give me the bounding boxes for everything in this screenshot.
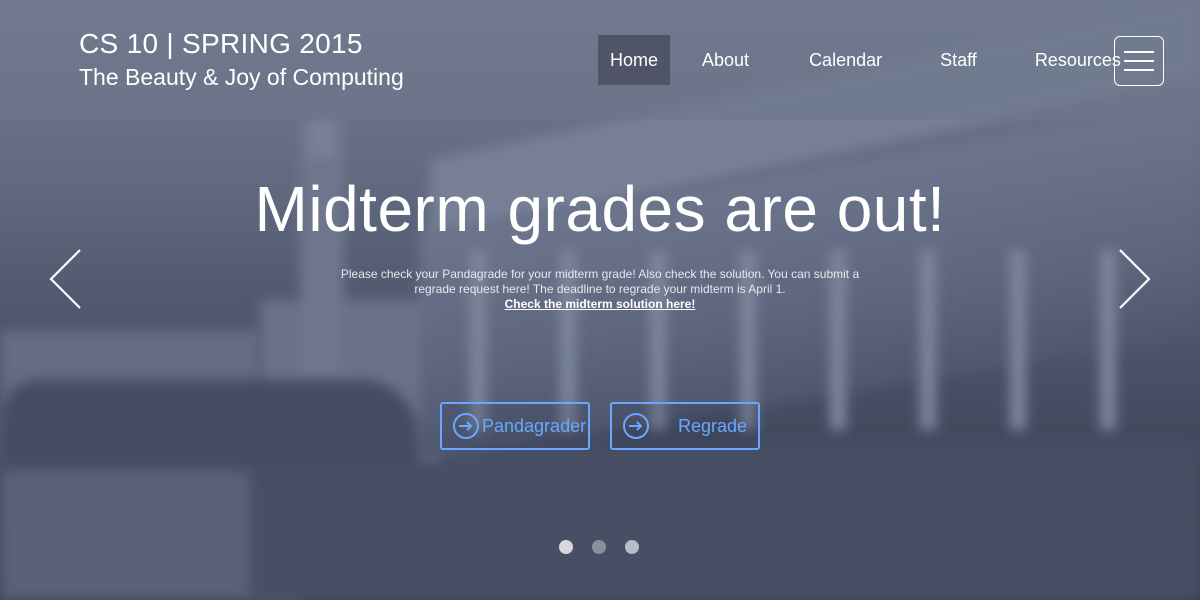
midterm-solution-link[interactable]: Check the midterm solution here!: [340, 297, 860, 312]
main-nav: Home About Calendar Staff Resources: [598, 35, 1137, 85]
pandagrader-button-label: Pandagrader: [482, 415, 587, 436]
pager-dot-3[interactable]: [625, 540, 639, 554]
nav-item-about[interactable]: About: [690, 35, 761, 85]
course-subtitle: The Beauty & Joy of Computing: [79, 64, 404, 90]
regrade-button[interactable]: Regrade: [610, 402, 760, 450]
hamburger-menu-icon[interactable]: [1114, 36, 1164, 86]
nav-item-home[interactable]: Home: [598, 35, 671, 85]
slide-headline: Midterm grades are out!: [254, 173, 946, 245]
chevron-left-icon[interactable]: [48, 248, 84, 310]
arrow-circle-right-icon: [453, 413, 479, 439]
course-title: CS 10 | SPRING 2015: [79, 28, 363, 59]
arrow-circle-right-icon: [623, 413, 649, 439]
slide-pager: [559, 540, 639, 554]
nav-item-staff[interactable]: Staff: [928, 35, 989, 85]
nav-item-calendar[interactable]: Calendar: [797, 35, 894, 85]
pager-dot-2[interactable]: [592, 540, 606, 554]
site-header: CS 10 | SPRING 2015 The Beauty & Joy of …: [0, 0, 1200, 120]
slide-body-text: Please check your Pandagrade for your mi…: [340, 267, 860, 296]
pandagrader-button[interactable]: Pandagrader: [440, 402, 590, 450]
chevron-right-icon[interactable]: [1116, 248, 1152, 310]
slide-description: Please check your Pandagrade for your mi…: [340, 267, 860, 312]
pager-dot-1[interactable]: [559, 540, 573, 554]
regrade-button-label: Regrade: [678, 415, 748, 436]
brand[interactable]: CS 10 | SPRING 2015 The Beauty & Joy of …: [79, 28, 404, 92]
